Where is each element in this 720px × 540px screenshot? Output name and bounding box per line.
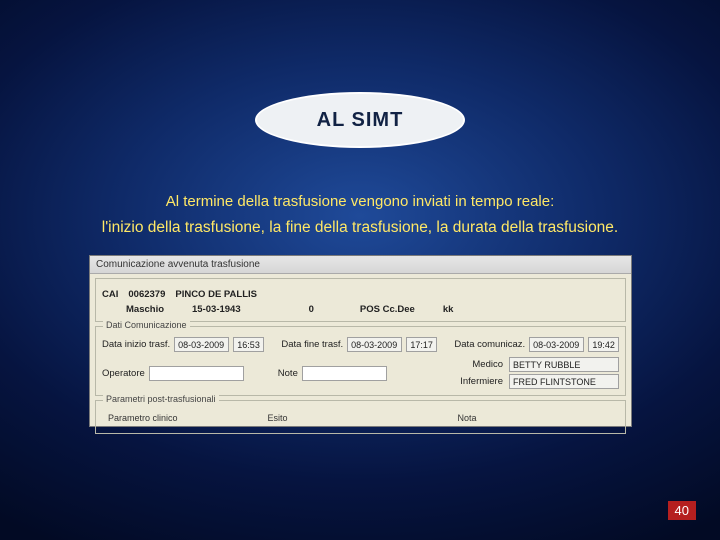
page-number: 40	[668, 501, 696, 520]
patient-sex: Maschio	[126, 304, 164, 315]
communication-group-label: Dati Comunicazione	[103, 320, 190, 330]
start-time-field[interactable]: 16:53	[233, 337, 264, 352]
patient-kk: kk	[443, 304, 454, 315]
cai-value: 0062379	[128, 289, 165, 300]
title-bubble: AL SIMT	[255, 92, 465, 148]
param-col-nota: Nota	[458, 413, 477, 423]
end-date-field[interactable]: 08-03-2009	[347, 337, 402, 352]
caption-line-2: l'inizio della trasfusione, la fine dell…	[0, 219, 720, 237]
comm-time-field[interactable]: 19:42	[588, 337, 619, 352]
patient-group: CAI 0062379 PINCO DE PALLIS Maschio 15-0…	[95, 278, 626, 322]
end-date-label: Data fine trasf.	[281, 339, 343, 350]
operator-label: Operatore	[102, 368, 145, 379]
infermiere-label: Infermiere	[460, 376, 503, 387]
communication-group: Dati Comunicazione Data inizio trasf. 08…	[95, 326, 626, 396]
start-date-label: Data inizio trasf.	[102, 339, 170, 350]
pos-label: POS Cc.Dee	[360, 304, 415, 315]
infermiere-field[interactable]: FRED FLINTSTONE	[509, 374, 619, 389]
param-col-esito: Esito	[268, 413, 288, 423]
caption-line-1: Al termine della trasfusione vengono inv…	[0, 193, 720, 210]
note-field[interactable]	[302, 366, 387, 381]
cai-label: CAI	[102, 289, 118, 300]
bubble-title: AL SIMT	[317, 109, 404, 132]
dialog-window: Comunicazione avvenuta trasfusione CAI 0…	[89, 255, 632, 427]
param-col-clinico: Parametro clinico	[108, 413, 178, 423]
end-time-field[interactable]: 17:17	[406, 337, 437, 352]
operator-field[interactable]	[149, 366, 244, 381]
parameters-group: Parametri post-trasfusionali Parametro c…	[95, 400, 626, 434]
patient-dob: 15-03-1943	[192, 304, 241, 315]
medico-field[interactable]: BETTY RUBBLE	[509, 357, 619, 372]
comm-date-label: Data comunicaz.	[454, 339, 525, 350]
parameters-header-row: Parametro clinico Esito Nota	[102, 411, 619, 423]
note-label: Note	[278, 368, 298, 379]
dialog-title: Comunicazione avvenuta trasfusione	[96, 259, 260, 270]
patient-zero: 0	[309, 304, 314, 315]
dialog-titlebar: Comunicazione avvenuta trasfusione	[90, 256, 631, 274]
parameters-group-label: Parametri post-trasfusionali	[103, 394, 219, 404]
patient-name: PINCO DE PALLIS	[175, 289, 257, 300]
start-date-field[interactable]: 08-03-2009	[174, 337, 229, 352]
medico-label: Medico	[472, 359, 503, 370]
comm-date-field[interactable]: 08-03-2009	[529, 337, 584, 352]
